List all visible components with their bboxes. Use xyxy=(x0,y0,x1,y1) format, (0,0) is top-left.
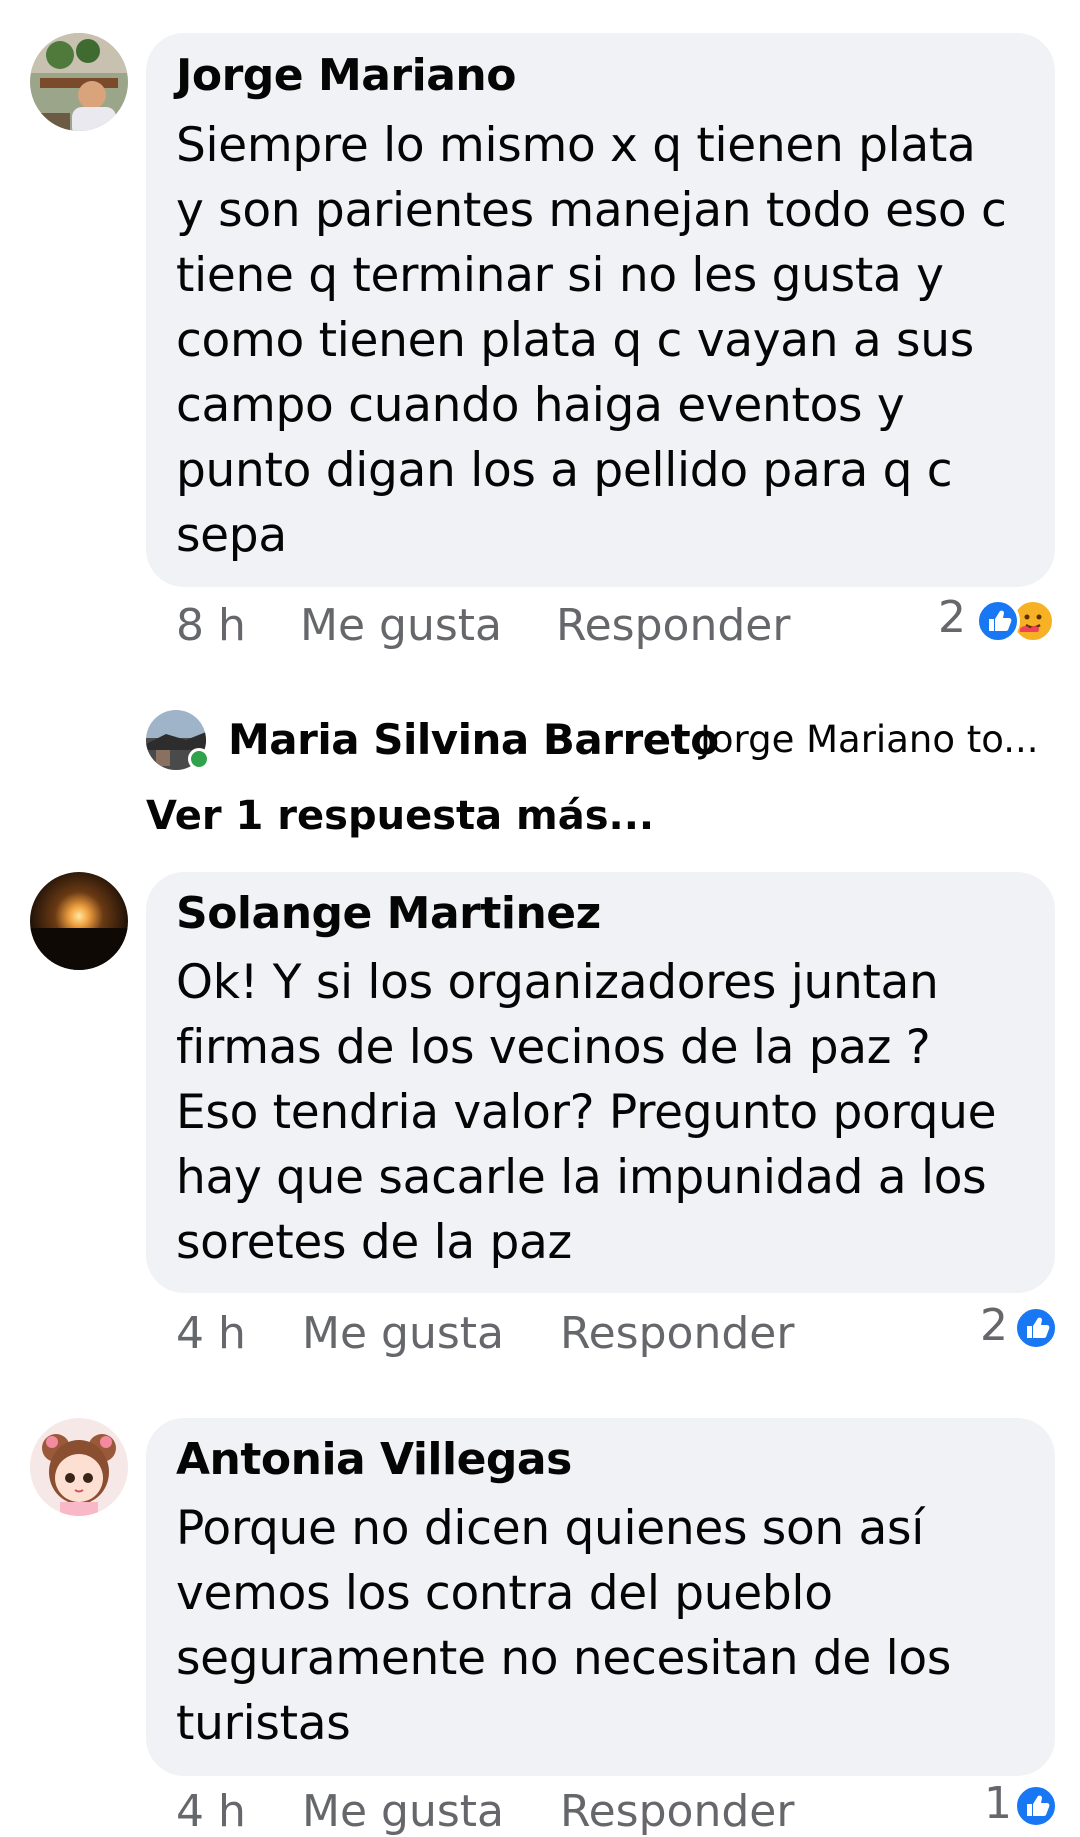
like-button[interactable]: Me gusta xyxy=(302,1308,504,1359)
reaction-count[interactable]: 2 xyxy=(938,592,966,643)
like-button[interactable]: Me gusta xyxy=(300,600,502,651)
comment-author[interactable]: Jorge Mariano xyxy=(176,50,516,101)
online-status-dot xyxy=(188,748,210,770)
comment-author[interactable]: Antonia Villegas xyxy=(176,1434,572,1485)
reply-author[interactable]: Maria Silvina Barreto xyxy=(228,715,719,764)
like-icon xyxy=(1014,1306,1058,1350)
reply-button[interactable]: Responder xyxy=(556,600,790,651)
comment-time[interactable]: 4 h xyxy=(176,1786,246,1837)
reaction-count[interactable]: 1 xyxy=(984,1778,1012,1829)
reaction-count[interactable]: 2 xyxy=(980,1300,1008,1351)
avatar-antonia-villegas[interactable] xyxy=(30,1418,128,1516)
comment-text: Siempre lo mismo x q tienen plata y son … xyxy=(176,118,1007,563)
view-more-replies-link[interactable]: Ver 1 respuesta más... xyxy=(146,793,654,839)
comment-time[interactable]: 8 h xyxy=(176,600,246,651)
reply-button[interactable]: Responder xyxy=(560,1308,794,1359)
reply-button[interactable]: Responder xyxy=(560,1786,794,1837)
comment-text: Porque no dicen quienes son así vemos lo… xyxy=(176,1501,952,1751)
like-button[interactable]: Me gusta xyxy=(302,1786,504,1837)
avatar-solange-martinez[interactable] xyxy=(30,872,128,970)
comment-text: Ok! Y si los organizadores juntan firmas… xyxy=(176,955,997,1270)
comment-author[interactable]: Solange Martinez xyxy=(176,888,601,939)
like-icon xyxy=(976,599,1020,643)
comment-time[interactable]: 4 h xyxy=(176,1308,246,1359)
avatar-jorge-mariano[interactable] xyxy=(30,33,128,131)
reply-snippet[interactable]: Jorge Mariano to... xyxy=(700,718,1039,761)
like-icon xyxy=(1014,1784,1058,1828)
